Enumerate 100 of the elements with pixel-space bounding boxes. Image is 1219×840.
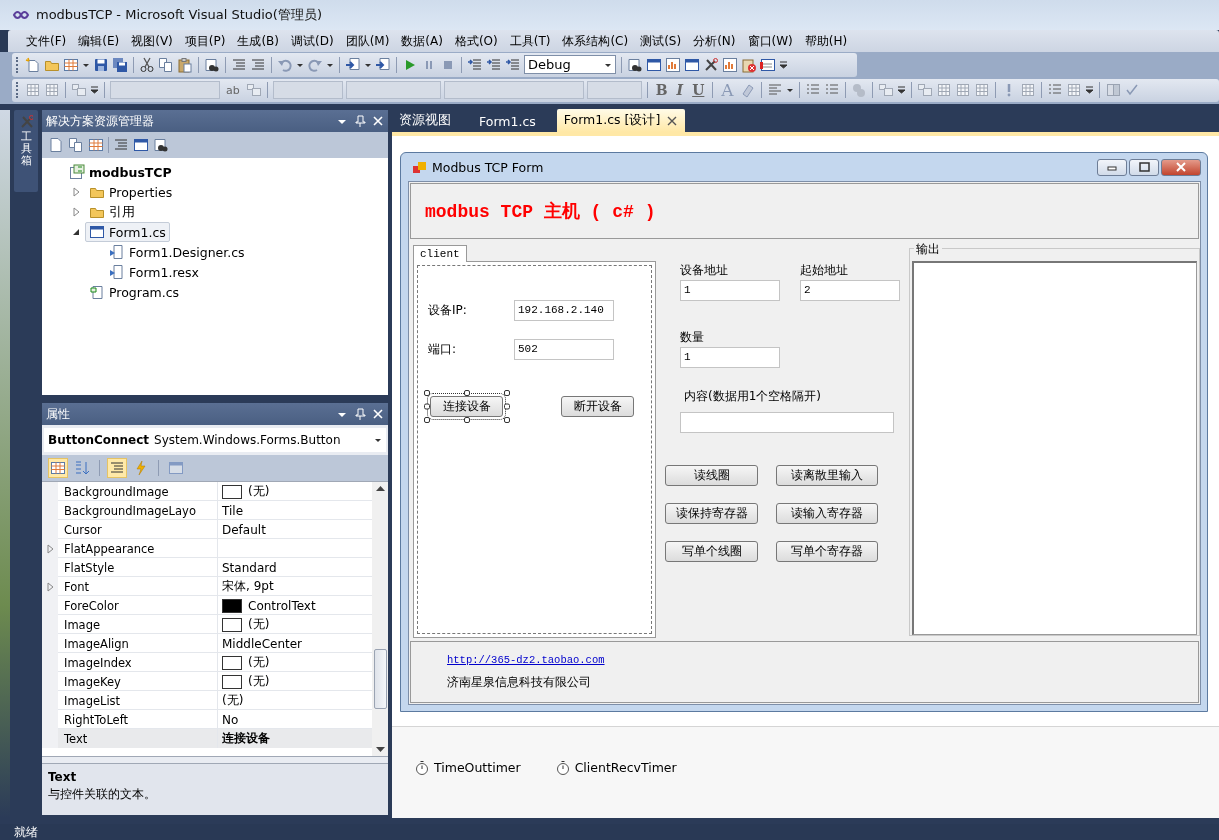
property-row[interactable]: ImageIndex (无) [42, 653, 372, 672]
step-lines-icon[interactable] [467, 56, 483, 73]
menu-item[interactable]: 调试(D) [285, 30, 340, 52]
property-row[interactable]: FlatAppearance [42, 539, 372, 558]
scroll-thumb[interactable] [373, 649, 387, 709]
save-all-icon[interactable] [112, 56, 128, 73]
property-row[interactable]: Text 连接设备 [42, 729, 372, 748]
scroll-up-arrow-icon[interactable] [375, 485, 385, 491]
grid-icon[interactable] [973, 82, 990, 99]
menu-item[interactable]: 格式(O) [448, 30, 504, 52]
copy-icon[interactable] [158, 56, 174, 73]
property-row[interactable]: FlatStyle Standard [42, 558, 372, 577]
menu-item[interactable]: 项目(P) [178, 30, 232, 52]
menu-item[interactable]: 测试(S) [634, 30, 688, 52]
dropdown-field[interactable] [110, 81, 220, 100]
document-tab[interactable]: Form1.cs [设计] [556, 109, 686, 132]
menu-item[interactable]: 帮助(H) [798, 30, 854, 52]
form-button[interactable]: 断开设备 [561, 396, 634, 417]
grid-icon[interactable] [1019, 82, 1036, 99]
tree-item[interactable]: Form1.Designer.cs [105, 242, 249, 262]
arrow-document-icon[interactable] [375, 56, 391, 73]
menu-item[interactable]: 编辑(E) [72, 30, 126, 52]
document-tab[interactable]: Form1.cs [472, 111, 543, 132]
cut-icon[interactable] [139, 56, 155, 73]
website-link[interactable]: http://365-dz2.taobao.com [447, 653, 605, 666]
input-field[interactable]: 2 [800, 280, 900, 301]
menu-item[interactable]: 数据(A) [395, 30, 449, 52]
form-button[interactable]: 读输入寄存器 [776, 503, 878, 524]
property-row[interactable]: Image (无) [42, 615, 372, 634]
close-button[interactable] [1161, 158, 1201, 176]
dropdown-field[interactable] [345, 81, 441, 100]
property-row[interactable]: Cursor Default [42, 520, 372, 539]
tray-component[interactable]: TimeOuttimer [414, 759, 521, 776]
form-button[interactable]: 读线圈 [665, 465, 758, 486]
step-lines-icon[interactable] [486, 56, 502, 73]
collapsed-arrow-icon[interactable] [45, 542, 55, 555]
property-row[interactable]: BackgroundImageLayo Tile [42, 501, 372, 520]
step-lines-icon[interactable] [505, 56, 521, 73]
outdent-icon[interactable] [250, 56, 266, 73]
grid-icon[interactable] [63, 56, 79, 73]
save-icon[interactable] [93, 56, 109, 73]
form-button[interactable]: 写单个线圈 [665, 541, 758, 562]
property-row[interactable]: ImageAlign MiddleCenter [42, 634, 372, 653]
configuration-dropdown[interactable]: Debug [524, 55, 616, 75]
window-list-icon[interactable] [760, 56, 776, 73]
overflow-icon[interactable] [90, 85, 99, 96]
caret-icon[interactable] [785, 86, 794, 95]
tree-item[interactable]: Properties [85, 182, 177, 202]
scrollbar[interactable] [372, 482, 388, 756]
text-style-glyph[interactable]: ab [223, 83, 243, 97]
collapsed-arrow-icon[interactable] [70, 186, 82, 198]
property-row[interactable]: BackgroundImage (无) [42, 482, 372, 501]
dropdown-field[interactable] [443, 81, 584, 100]
maximize-button[interactable] [1129, 158, 1159, 176]
form-button[interactable]: 写单个寄存器 [776, 541, 878, 562]
arrow-document-icon[interactable] [345, 56, 361, 73]
underline-button[interactable]: U [689, 82, 708, 99]
input-field[interactable]: 502 [514, 339, 614, 360]
dropdown-field[interactable] [586, 81, 642, 100]
grid-icon[interactable] [954, 82, 971, 99]
property-row[interactable]: ImageList (无) [42, 691, 372, 710]
copy-icon[interactable] [68, 137, 84, 153]
input-field[interactable] [680, 412, 894, 433]
categorized-button[interactable] [48, 458, 68, 478]
paste-icon[interactable] [177, 56, 193, 73]
indent-icon[interactable] [231, 56, 247, 73]
properties-button[interactable] [107, 458, 127, 478]
menu-item[interactable]: 生成(B) [231, 30, 285, 52]
selection-handles-drawing[interactable] [424, 390, 510, 423]
overflow-icon[interactable] [779, 59, 788, 70]
menu-item[interactable]: 团队(M) [339, 30, 396, 52]
property-row[interactable]: Font 宋体, 9pt [42, 577, 372, 596]
chart-icon[interactable] [722, 56, 738, 73]
form-button[interactable]: 读离散里输入 [776, 465, 878, 486]
menu-item[interactable]: 体系结构(C) [556, 30, 635, 52]
bold-button[interactable]: B [652, 82, 671, 99]
toolbox-tab[interactable]: 工具箱 [14, 110, 38, 192]
grid-icon[interactable] [44, 82, 60, 99]
chart-icon[interactable] [665, 56, 681, 73]
form-button[interactable]: 读保持寄存器 [665, 503, 758, 524]
collapsed-arrow-icon[interactable] [45, 580, 55, 593]
property-row[interactable]: ForeColor ControlText [42, 596, 372, 615]
overflow-icon[interactable] [896, 85, 906, 96]
close-icon[interactable] [666, 114, 679, 127]
menu-item[interactable]: 文件(F) [20, 30, 73, 52]
pin-icon[interactable] [354, 115, 366, 127]
menu-item[interactable]: 视图(V) [125, 30, 179, 52]
menu-item[interactable]: 窗口(W) [741, 30, 799, 52]
form-button[interactable]: 连接设备 [430, 396, 503, 417]
tree-item[interactable]: Form1.cs [85, 222, 170, 242]
italic-button[interactable]: I [673, 82, 687, 99]
input-field[interactable]: 1 [680, 347, 780, 368]
clipboard-error-icon[interactable] [741, 56, 757, 73]
grid-icon[interactable] [25, 82, 41, 99]
tree-item[interactable]: modbusTCP [65, 162, 176, 182]
overflow-icon[interactable] [1084, 85, 1094, 96]
pin-icon[interactable] [354, 408, 366, 420]
wrench-icon[interactable] [703, 56, 719, 73]
client-tab[interactable]: client [413, 245, 467, 262]
new-page-icon[interactable] [25, 56, 41, 73]
